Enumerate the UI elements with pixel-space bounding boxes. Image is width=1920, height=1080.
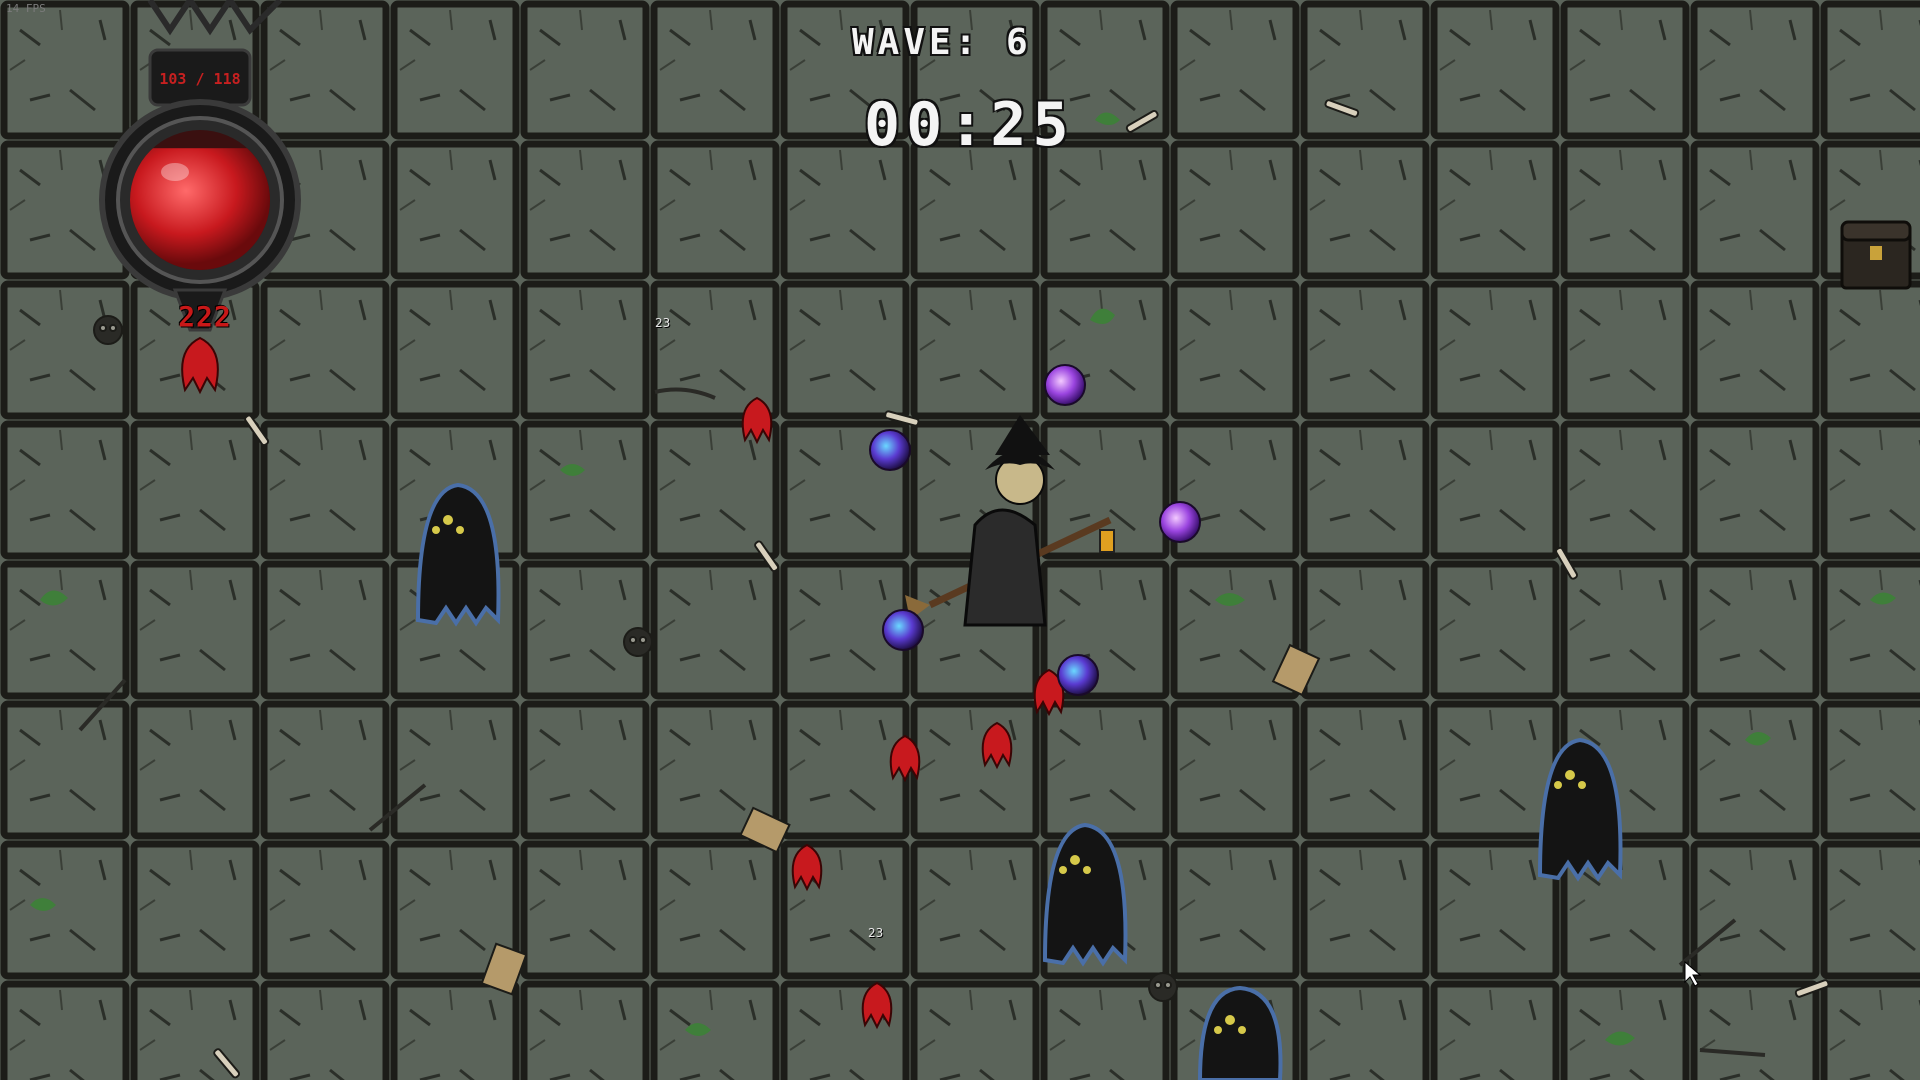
damage-number: 23 xyxy=(655,316,671,330)
skull-icon xyxy=(623,627,653,657)
player-level: 222 xyxy=(178,300,232,333)
wave-timer: 00:25 xyxy=(864,90,1075,160)
health-text: 103 / 118 xyxy=(159,70,241,88)
damage-number: 23 xyxy=(868,926,884,940)
magic-orb-icon xyxy=(1159,501,1201,543)
magic-orb-icon xyxy=(869,429,911,471)
wave-counter: WAVE: 6 xyxy=(852,22,1032,63)
magic-orb-icon xyxy=(1044,364,1086,406)
game-viewport[interactable] xyxy=(0,0,1920,1080)
treasure-chest-icon[interactable] xyxy=(1840,220,1912,290)
magic-orb-icon xyxy=(1057,654,1099,696)
magic-orb-icon xyxy=(882,609,924,651)
skull-icon xyxy=(93,315,123,345)
fps-counter: 14 FPS xyxy=(6,2,46,15)
skull-icon xyxy=(1148,972,1178,1002)
